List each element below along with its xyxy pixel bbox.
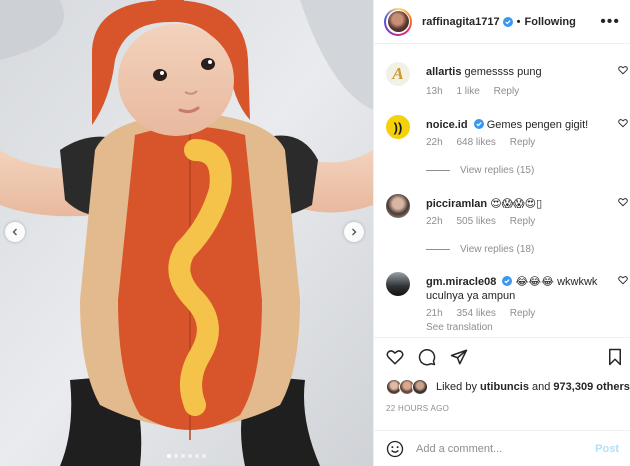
likes-prefix: Liked by	[436, 381, 477, 393]
emoji-icon[interactable]	[386, 440, 404, 458]
comment-likes[interactable]: 1 like	[456, 86, 479, 97]
carousel-dot	[188, 454, 192, 458]
carousel-dot	[181, 454, 185, 458]
liker-avatar[interactable]	[412, 379, 428, 395]
comment-meta: 22h 505 likes Reply	[426, 216, 546, 227]
comment-username[interactable]: picciramlan	[426, 198, 487, 210]
post-photo	[0, 0, 373, 466]
carousel-dot	[195, 454, 199, 458]
view-replies-line	[426, 170, 450, 171]
comment-reply-button[interactable]: Reply	[494, 86, 520, 97]
follow-state-button[interactable]: Following	[525, 16, 576, 28]
view-replies-button[interactable]: View replies (18)	[426, 244, 534, 255]
separator-dot: •	[516, 15, 521, 28]
comment-reply-button[interactable]: Reply	[510, 216, 536, 227]
allartis-logo-icon: A	[392, 64, 404, 83]
commenter-avatar[interactable]: A	[386, 62, 410, 86]
share-icon[interactable]	[450, 348, 468, 366]
carousel-next-button[interactable]	[344, 222, 364, 242]
comment-time: 22h	[426, 216, 443, 227]
comment-username[interactable]: gm.miracle08	[426, 276, 496, 288]
carousel-dot	[167, 454, 171, 458]
comment-icon[interactable]	[418, 348, 436, 366]
comments-list: A allartis gemessss pung 13h 1 like Repl…	[374, 44, 630, 336]
comment-likes[interactable]: 648 likes	[456, 137, 495, 148]
author-username[interactable]: raffinagita1717	[422, 16, 500, 28]
view-replies-line	[426, 249, 450, 250]
comment-time: 13h	[426, 86, 443, 97]
author-avatar-photo	[387, 11, 409, 32]
post-header: raffinagita1717 • Following •••	[374, 0, 630, 44]
comment-likes[interactable]: 505 likes	[456, 216, 495, 227]
comment-text: gemessss pung	[464, 66, 542, 78]
instagram-post-view: raffinagita1717 • Following ••• A allart…	[0, 0, 630, 466]
verified-badge-icon	[473, 119, 484, 129]
heart-icon[interactable]	[618, 275, 628, 285]
likes-conj: and	[532, 381, 551, 393]
post-timestamp[interactable]: 22 HOURS AGO	[386, 404, 449, 413]
see-translation-row: See translation	[426, 322, 504, 333]
comment-text: Gemes pengen gigit!	[486, 119, 589, 131]
chevron-left-icon	[12, 228, 17, 236]
carousel-indicator	[0, 454, 373, 458]
author-avatar[interactable]	[384, 7, 412, 36]
add-comment-bar: Post	[374, 430, 630, 466]
heart-icon[interactable]	[618, 65, 628, 75]
post-media	[0, 0, 373, 466]
verified-badge-icon	[502, 16, 513, 27]
comment-meta: 13h 1 like Reply	[426, 86, 530, 97]
likes-first-user[interactable]: utibuncis	[480, 381, 529, 393]
likes-others-link[interactable]: 973,309 others	[553, 381, 629, 393]
comment-reply-button[interactable]: Reply	[510, 308, 536, 319]
post-sidebar: raffinagita1717 • Following ••• A allart…	[373, 0, 630, 466]
comment-text: 😍😱😱😍▯	[490, 198, 543, 210]
comment-reply-button[interactable]: Reply	[510, 137, 536, 148]
comment-likes[interactable]: 354 likes	[456, 308, 495, 319]
post-action-bar	[374, 337, 630, 375]
post-comment-button[interactable]: Post	[595, 443, 619, 455]
view-replies-label: View replies (15)	[460, 165, 535, 176]
noice-logo-icon: ))	[393, 119, 403, 135]
commenter-avatar[interactable]	[386, 272, 410, 296]
commenter-avatar[interactable]: ))	[386, 115, 410, 139]
comment-time: 21h	[426, 308, 443, 319]
comment-time: 22h	[426, 137, 443, 148]
verified-badge-icon	[502, 276, 513, 286]
view-replies-button[interactable]: View replies (15)	[426, 165, 534, 176]
comment-username[interactable]: noice.id	[426, 119, 468, 131]
view-replies-label: View replies (18)	[460, 244, 535, 255]
comment-meta: 22h 648 likes Reply	[426, 137, 546, 148]
more-horizontal-icon[interactable]: •••	[600, 13, 620, 29]
add-comment-input[interactable]	[416, 442, 586, 455]
carousel-prev-button[interactable]	[5, 222, 25, 242]
heart-icon[interactable]	[386, 348, 404, 366]
comment-meta: 21h 354 likes Reply	[426, 308, 546, 319]
commenter-avatar[interactable]	[386, 194, 410, 218]
liker-avatars	[386, 379, 430, 395]
likes-summary: Liked by utibuncis and 973,309 others	[386, 379, 630, 395]
chevron-right-icon	[352, 228, 357, 236]
heart-icon[interactable]	[618, 197, 628, 207]
heart-icon[interactable]	[618, 118, 628, 128]
see-translation-button[interactable]: See translation	[426, 322, 493, 333]
carousel-dot	[202, 454, 206, 458]
comment-username[interactable]: allartis	[426, 66, 461, 78]
bookmark-icon[interactable]	[606, 348, 624, 366]
carousel-dot	[174, 454, 178, 458]
